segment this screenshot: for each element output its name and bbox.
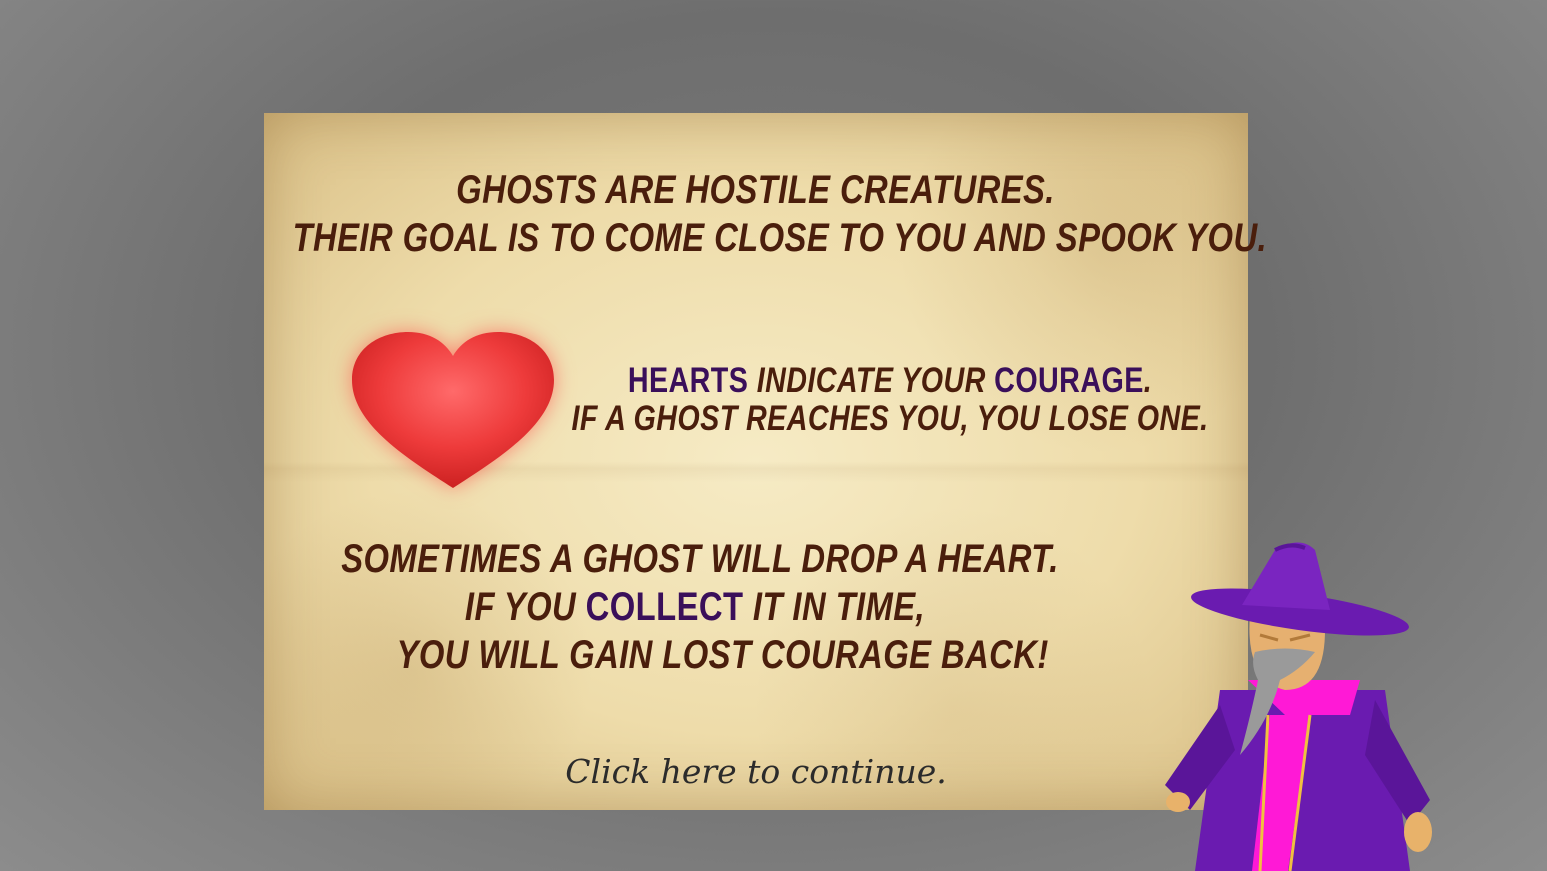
- wizard-character: [1160, 540, 1450, 871]
- collect-keyword: COLLECT: [585, 585, 744, 629]
- drop-line-2-pre: IF YOU: [464, 585, 586, 629]
- heart-icon: [350, 330, 556, 492]
- intro-line-2: THEIR GOAL IS TO COME CLOSE TO YOU AND S…: [292, 216, 1268, 260]
- hearts-line-1: HEARTS INDICATE YOUR COURAGE.: [603, 361, 1177, 401]
- hearts-keyword: HEARTS: [627, 361, 749, 400]
- drop-line-3: YOU WILL GAIN LOST COURAGE BACK!: [396, 633, 1049, 677]
- courage-keyword: COURAGE: [994, 361, 1144, 400]
- hearts-period: .: [1143, 361, 1153, 400]
- continue-button[interactable]: Click here to continue.: [264, 752, 1248, 791]
- intro-line-1: GHOSTS ARE HOSTILE CREATURES.: [456, 168, 1055, 212]
- hearts-line-2: IF A GHOST REACHES YOU, YOU LOSE ONE.: [571, 399, 1209, 438]
- drop-line-2-post: IT IN TIME,: [743, 585, 926, 629]
- drop-line-1: SOMETIMES A GHOST WILL DROP A HEART.: [341, 537, 1059, 581]
- drop-line-2: IF YOU COLLECT IT IN TIME,: [449, 585, 941, 630]
- hearts-indicate-text: INDICATE YOUR: [748, 361, 995, 400]
